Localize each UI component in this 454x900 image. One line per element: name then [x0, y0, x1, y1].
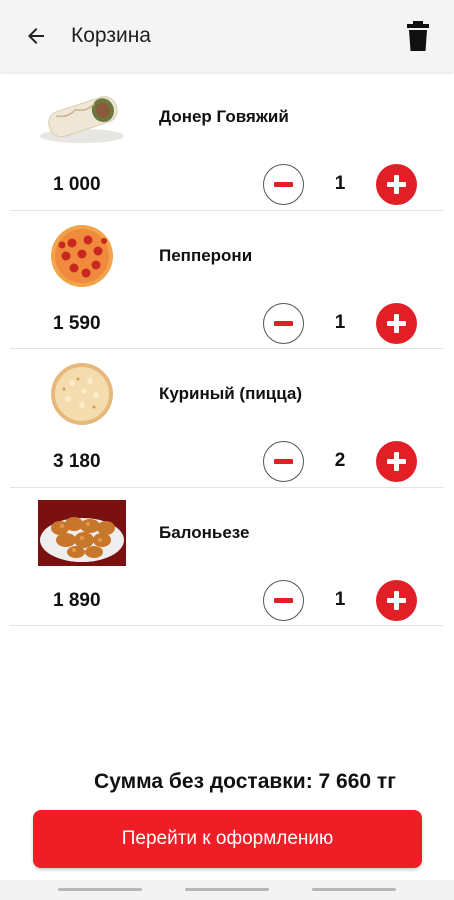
fried-chicken-image — [38, 499, 126, 566]
minus-icon — [274, 182, 293, 187]
clear-cart-button[interactable] — [404, 19, 432, 53]
minus-icon — [274, 459, 293, 464]
cart-total: Сумма без доставки: 7 660 тг — [94, 770, 396, 793]
app-bar: Корзина — [0, 0, 454, 72]
item-price: 1 590 — [53, 312, 101, 334]
trash-icon — [407, 21, 429, 51]
item-price: 1 890 — [53, 589, 101, 611]
item-name: Пепперони — [159, 245, 253, 265]
system-nav-bar — [0, 880, 454, 900]
pepperoni-pizza-image — [51, 224, 113, 287]
increase-qty-button[interactable] — [376, 579, 417, 621]
item-quantity: 1 — [334, 173, 346, 194]
item-price: 1 000 — [53, 174, 101, 195]
item-name: Балоньезе — [159, 522, 250, 542]
nav-pill — [312, 888, 396, 891]
decrease-qty-button[interactable] — [263, 441, 304, 482]
cart-list: Донер Говяжий 1 000 1 Пепперони 1 590 1 — [0, 72, 454, 626]
item-price: 3 180 — [53, 451, 101, 472]
page-title: Корзина — [71, 24, 151, 47]
item-name: Куриный (пицца) — [159, 384, 303, 403]
minus-icon — [274, 320, 293, 326]
nav-pill — [185, 888, 269, 891]
decrease-qty-button[interactable] — [263, 302, 304, 344]
minus-icon — [274, 597, 293, 603]
increase-qty-button[interactable] — [376, 302, 417, 344]
doner-wrap-image — [40, 96, 124, 143]
arrow-left-icon — [28, 28, 44, 44]
cart-item: Донер Говяжий 1 000 1 — [10, 72, 444, 211]
item-name: Донер Говяжий — [159, 107, 289, 126]
cart-item: Балоньезе 1 890 1 — [10, 488, 444, 626]
cart-item: Куриный (пицца) 3 180 2 — [10, 349, 444, 488]
decrease-qty-button[interactable] — [263, 579, 304, 621]
item-quantity: 1 — [334, 588, 346, 610]
decrease-qty-button[interactable] — [263, 164, 304, 205]
increase-qty-button[interactable] — [376, 441, 417, 482]
checkout-button[interactable]: Перейти к оформлению — [33, 810, 422, 868]
cart-item: Пепперони 1 590 1 — [10, 211, 444, 349]
back-button[interactable] — [22, 22, 50, 50]
nav-pill — [58, 888, 142, 891]
chicken-pizza-image — [51, 363, 113, 425]
increase-qty-button[interactable] — [376, 164, 417, 205]
item-quantity: 2 — [334, 450, 346, 471]
item-quantity: 1 — [334, 311, 346, 333]
